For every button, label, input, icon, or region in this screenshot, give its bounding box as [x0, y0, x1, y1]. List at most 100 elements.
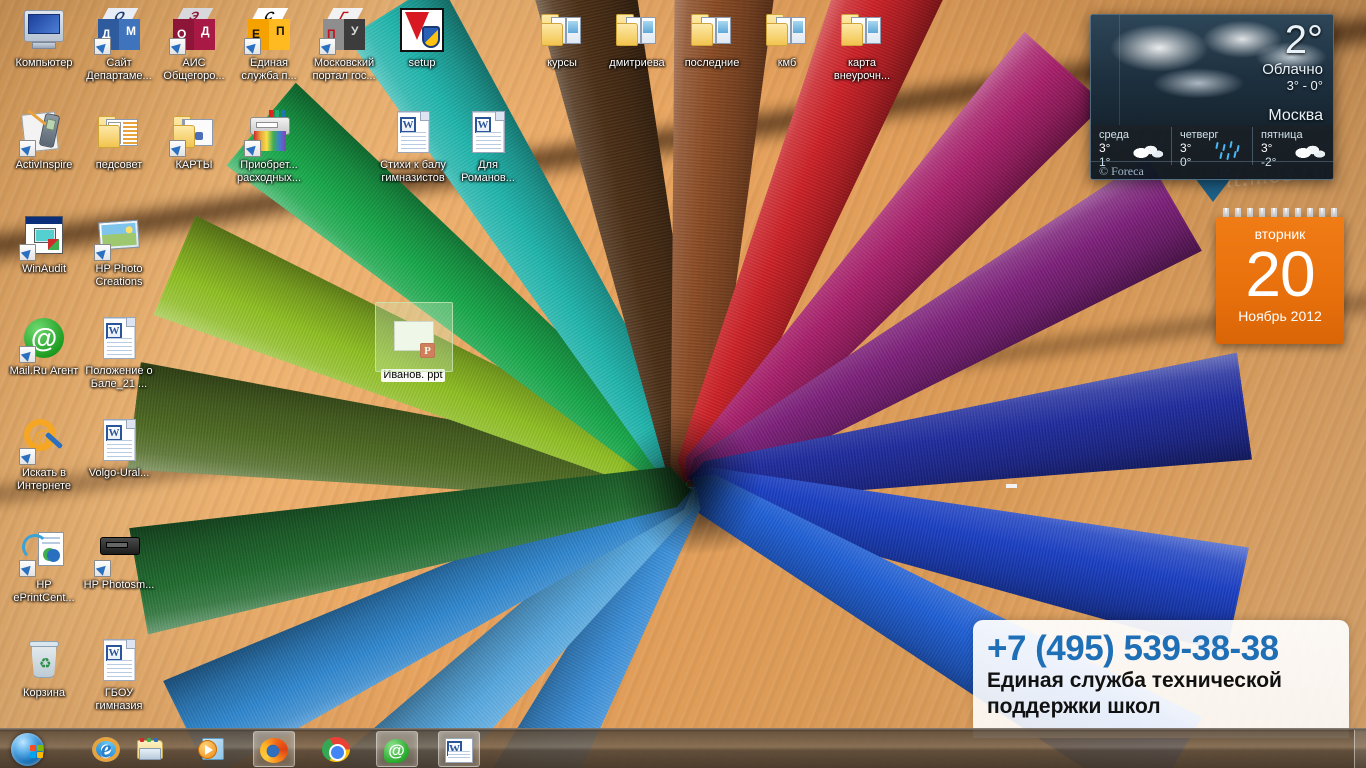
word-icon: W: [445, 738, 473, 763]
desktop-icon-iskat-v-internete[interactable]: @ Искать в Интернете: [6, 416, 82, 492]
shortcut-arrow-icon: [19, 346, 36, 363]
weather-gadget[interactable]: 2° Облачно 3° - 0° Москва среда 3° 1° четве…: [1090, 14, 1334, 180]
desktop-icon-label: HP Photosm...: [83, 579, 155, 591]
taskbar-chrome[interactable]: [316, 731, 358, 767]
weather-temp-range: 3° - 0°: [1286, 78, 1323, 93]
shortcut-arrow-icon: [19, 560, 36, 577]
desktop-icon-folder-karta-vneurochn[interactable]: карта внеурочн...: [824, 6, 900, 82]
dlya-romanova-icon: W: [464, 108, 512, 156]
shortcut-arrow-icon: [94, 560, 111, 577]
taskbar-firefox[interactable]: [253, 731, 295, 767]
desktop-icon-label: кмб: [777, 57, 797, 69]
desktop-icon-volgo-ural[interactable]: W Volgo-Ural...: [81, 416, 157, 480]
desktop-icon-edinaya-sluzhba[interactable]: С Е П Единая служба п...: [231, 6, 307, 82]
desktop-icon-activinspire[interactable]: ActivInspire: [6, 108, 82, 172]
desktop-icon-korzina[interactable]: ♻ Корзина: [6, 636, 82, 700]
forecast-rain-icon: [1212, 140, 1246, 161]
desktop-icon-ivanov-ppt[interactable]: P Иванов. ppt: [375, 302, 453, 383]
karty-icon: [169, 108, 218, 157]
desktop-icon-mailru-agent[interactable]: @ Mail.Ru Агент: [6, 314, 82, 378]
shortcut-arrow-icon: [19, 448, 36, 465]
folder-kursy-icon: [538, 6, 586, 54]
folder-icon: [841, 14, 883, 47]
desktop-icon-setup[interactable]: setup: [384, 6, 460, 70]
iskat-v-internete-icon: @: [19, 416, 68, 465]
desktop-icon-dlya-romanova[interactable]: W Для Романов...: [450, 108, 526, 184]
desktop-icon-polozhenie-o-bale[interactable]: W Положение о Бале_21 ...: [81, 314, 157, 390]
taskbar-word[interactable]: W: [438, 731, 480, 767]
desktop-icon-ais-obshchegorodskaya[interactable]: Э О Д АИС Общегоро...: [156, 6, 232, 82]
folder-icon: [766, 14, 808, 47]
desktop-icon-folder-kmb[interactable]: кмб: [749, 6, 825, 70]
show-desktop-button[interactable]: [1354, 730, 1366, 768]
gbou-gimnaziya-icon: W: [95, 636, 143, 684]
shortcut-arrow-icon: [169, 38, 186, 55]
desktop-screen: dit.mos.ru КомпьютерОДМСайт Департаме...…: [0, 0, 1366, 768]
desktop-icon-folder-kursy[interactable]: курсы: [524, 6, 600, 70]
word-document-icon: W: [103, 419, 136, 461]
firefox-icon: [260, 738, 288, 763]
internet-explorer-icon: [92, 737, 120, 762]
desktop-icon-label: Стихи к балу гимназистов: [380, 159, 446, 184]
desktop-icon-priobretenie-rashodnyh[interactable]: Приобрет... расходных...: [231, 108, 307, 184]
folder-karta-vneurochn-icon: [838, 6, 886, 54]
desktop-icon-moskovskiy-portal[interactable]: Г П У Московский портал гос...: [306, 6, 382, 82]
desktop-icon-winaudit[interactable]: WinAudit: [6, 212, 82, 276]
taskbar-internet-explorer[interactable]: [86, 731, 128, 767]
desktop-icon-computer[interactable]: Компьютер: [6, 6, 82, 70]
desktop-icon-label: Сайт Департаме...: [86, 57, 152, 82]
word-document-icon: W: [472, 111, 505, 153]
weather-forecast-day: четверг 3° 0°: [1171, 127, 1252, 169]
desktop-icon-stihi-k-balu[interactable]: W Стихи к балу гимназистов: [375, 108, 451, 184]
folder-icon: [616, 14, 658, 47]
monitor-icon: [24, 10, 64, 42]
desktop-icon-folder-dmitrieva[interactable]: дмитриева: [599, 6, 675, 70]
word-document-icon: W: [103, 639, 136, 681]
desktop-icon-hp-photo-creations[interactable]: HP Photo Creations: [81, 212, 157, 288]
weather-temperature: 2°: [1284, 18, 1323, 62]
computer-icon: [20, 6, 68, 54]
folder-icon: [691, 14, 733, 47]
hp-photo-creations-icon: [94, 212, 143, 261]
desktop-icon-karty[interactable]: КАРТЫ: [156, 108, 232, 172]
taskbar-mailru-agent[interactable]: [376, 731, 418, 767]
desktop-icon-label: Mail.Ru Агент: [9, 365, 79, 377]
weather-condition: Облачно: [1262, 61, 1323, 78]
taskbar-media-player[interactable]: [192, 731, 234, 767]
hp-photosmart-icon: [94, 528, 143, 577]
forecast-day-name: пятница: [1261, 129, 1303, 141]
start-button[interactable]: [3, 730, 53, 768]
edinaya-sluzhba-icon: СЕП: [244, 6, 293, 55]
mailru-agent-icon: @: [19, 314, 68, 363]
shortcut-arrow-icon: [19, 140, 36, 157]
desktop-icon-hp-photosmart[interactable]: HP Photosm...: [81, 528, 157, 592]
desktop-icon-label: Приобрет... расходных...: [236, 159, 302, 184]
desktop-icon-hp-eprintcenter[interactable]: HP ePrintCent...: [6, 528, 82, 604]
desktop-icon-label: дмитриева: [609, 57, 665, 69]
printer-icon: [100, 537, 140, 555]
media-player-icon: [198, 737, 226, 762]
file-explorer-icon: [136, 737, 164, 762]
desktop-icon-folder-poslednie[interactable]: последние: [674, 6, 750, 70]
priobretenie-rashodnyh-icon: [244, 108, 293, 157]
support-line-2: поддержки школ: [987, 695, 1161, 718]
forecast-cloudy-icon: [1131, 141, 1165, 161]
desktop-icon-label: Компьютер: [15, 57, 73, 69]
desktop-icon-pedsovet[interactable]: педсовет: [81, 108, 157, 172]
desktop-icon-sayt-departamenta[interactable]: О Д М Сайт Департаме...: [81, 6, 157, 82]
tech-support-banner: +7 (495) 539-38-38 Единая служба техниче…: [973, 620, 1349, 738]
winaudit-icon: [19, 212, 68, 261]
kaspersky-setup-icon: [400, 8, 444, 52]
weather-city: Москва: [1268, 107, 1323, 124]
taskbar-explorer[interactable]: [130, 731, 172, 767]
calendar-gadget[interactable]: вторник 20 Ноябрь 2012: [1216, 208, 1344, 344]
desktop-icon-label: ActivInspire: [15, 159, 73, 171]
taskbar: W ((•)) EN (2:11) ▲ 🔊: [0, 728, 1366, 768]
desktop-icon-label: Искать в Интернете: [17, 467, 71, 492]
moskovskiy-portal-icon: ГПУ: [319, 6, 368, 55]
sayt-departamenta-icon: ОДМ: [94, 6, 143, 55]
desktop-icon-label: Корзина: [23, 687, 65, 699]
shortcut-arrow-icon: [169, 140, 186, 157]
mouse-cursor-artifact: [1006, 484, 1017, 488]
desktop-icon-gbou-gimnaziya[interactable]: W ГБОУ гимназия: [81, 636, 157, 712]
